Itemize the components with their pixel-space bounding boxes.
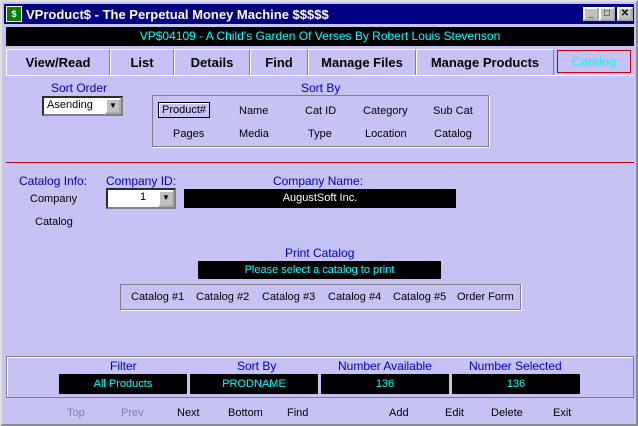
sortby-status-label: Sort By bbox=[237, 359, 277, 373]
sort-by-product-number[interactable]: Product# bbox=[158, 102, 211, 118]
top-button[interactable]: Top bbox=[67, 407, 85, 419]
title-bar[interactable]: $ VProduct$ - The Perpetual Money Machin… bbox=[4, 4, 634, 24]
tab-view-read[interactable]: View/Read bbox=[6, 49, 110, 75]
section-divider bbox=[6, 162, 634, 163]
catalog-2-button[interactable]: Catalog #2 bbox=[196, 291, 249, 303]
tab-find[interactable]: Find bbox=[250, 49, 308, 75]
number-available-label: Number Available bbox=[338, 359, 432, 373]
edit-button[interactable]: Edit bbox=[445, 407, 464, 419]
minimize-button[interactable]: _ bbox=[583, 7, 599, 21]
next-button[interactable]: Next bbox=[177, 407, 200, 419]
company-name-label: Company Name: bbox=[273, 174, 364, 188]
catalog-options-group: Catalog #1 Catalog #2 Catalog #3 Catalog… bbox=[120, 284, 521, 310]
filter-label: Filter bbox=[110, 359, 137, 373]
delete-button[interactable]: Delete bbox=[491, 407, 523, 419]
sort-by-group: Product# Name Cat ID Category Sub Cat Pa… bbox=[152, 95, 489, 147]
chevron-down-icon[interactable]: ▼ bbox=[105, 98, 121, 114]
sort-order-label: Sort Order bbox=[51, 81, 108, 95]
filter-value: All Products bbox=[59, 374, 187, 394]
sort-by-sub-cat[interactable]: Sub Cat bbox=[433, 105, 473, 117]
sort-by-cat-id[interactable]: Cat ID bbox=[305, 105, 336, 117]
product-banner: VP$04109 - A Child's Garden Of Verses By… bbox=[6, 27, 634, 46]
number-selected-value: 136 bbox=[452, 374, 580, 394]
catalog-3-button[interactable]: Catalog #3 bbox=[262, 291, 315, 303]
sort-by-label: Sort By bbox=[301, 81, 341, 95]
sort-order-select[interactable]: Asending ▼ bbox=[42, 96, 123, 116]
company-id-value: 1 bbox=[140, 191, 147, 203]
company-id-label: Company ID: bbox=[106, 174, 177, 188]
window-title: VProduct$ - The Perpetual Money Machine … bbox=[26, 7, 329, 22]
close-button[interactable]: ✕ bbox=[617, 7, 633, 21]
print-catalog-label: Print Catalog bbox=[285, 246, 355, 260]
find-button[interactable]: Find bbox=[287, 407, 308, 419]
catalog-info-label: Catalog Info: bbox=[19, 174, 88, 188]
sort-order-value: Asending bbox=[47, 99, 93, 111]
sortby-status-value: PRODNAME bbox=[190, 374, 318, 394]
company-name-field[interactable]: AugustSoft Inc. bbox=[184, 189, 456, 208]
sort-by-type[interactable]: Type bbox=[308, 128, 332, 140]
tab-details[interactable]: Details bbox=[174, 49, 250, 75]
tab-underline bbox=[6, 75, 634, 76]
tab-bar: View/Read List Details Find Manage Files… bbox=[6, 49, 634, 75]
number-available-value: 136 bbox=[321, 374, 449, 394]
tab-manage-files[interactable]: Manage Files bbox=[308, 49, 416, 75]
chevron-down-icon[interactable]: ▼ bbox=[158, 190, 174, 207]
tab-manage-products[interactable]: Manage Products bbox=[416, 49, 554, 75]
prev-button[interactable]: Prev bbox=[121, 407, 144, 419]
sort-by-catalog[interactable]: Catalog bbox=[434, 128, 472, 140]
catalog-4-button[interactable]: Catalog #4 bbox=[328, 291, 381, 303]
catalog-5-button[interactable]: Catalog #5 bbox=[393, 291, 446, 303]
main-window: $ VProduct$ - The Perpetual Money Machin… bbox=[0, 0, 638, 426]
tab-catalog[interactable]: Catalog bbox=[557, 50, 631, 73]
status-bar: Filter All Products Sort By PRODNAME Num… bbox=[6, 356, 634, 398]
company-id-select[interactable]: 1 ▼ bbox=[106, 188, 176, 209]
sort-by-name[interactable]: Name bbox=[239, 105, 268, 117]
tab-list[interactable]: List bbox=[110, 49, 174, 75]
sort-by-media[interactable]: Media bbox=[239, 128, 269, 140]
sort-by-location[interactable]: Location bbox=[365, 128, 407, 140]
number-selected-label: Number Selected bbox=[469, 359, 562, 373]
catalog-option[interactable]: Catalog bbox=[35, 216, 73, 228]
bottom-button[interactable]: Bottom bbox=[228, 407, 263, 419]
sort-by-category[interactable]: Category bbox=[363, 105, 408, 117]
app-icon[interactable]: $ bbox=[6, 6, 22, 22]
order-form-button[interactable]: Order Form bbox=[457, 291, 514, 303]
exit-button[interactable]: Exit bbox=[553, 407, 571, 419]
maximize-button[interactable]: □ bbox=[599, 7, 615, 21]
company-option[interactable]: Company bbox=[30, 193, 77, 205]
sort-by-pages[interactable]: Pages bbox=[173, 128, 204, 140]
catalog-1-button[interactable]: Catalog #1 bbox=[131, 291, 184, 303]
add-button[interactable]: Add bbox=[389, 407, 409, 419]
print-catalog-message: Please select a catalog to print bbox=[198, 261, 441, 279]
